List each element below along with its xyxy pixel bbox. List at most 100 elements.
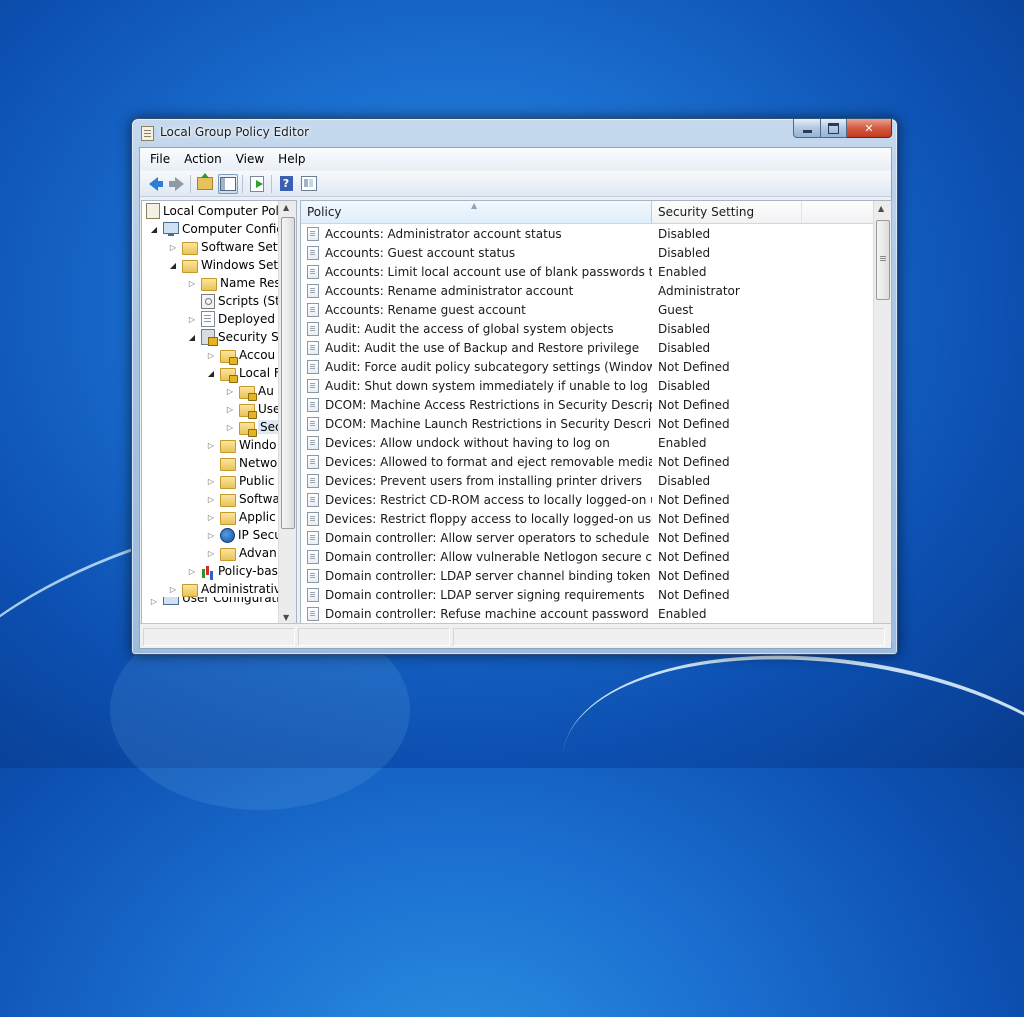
- tree-item-windows-settings[interactable]: ◢ Windows Sett: [169, 256, 283, 274]
- folder-icon: [220, 493, 236, 507]
- policy-row[interactable]: Audit: Shut down system immediately if u…: [301, 376, 875, 395]
- tree-item-name-resolution-policy[interactable]: ▷ Name Res: [188, 274, 281, 292]
- forward-icon: [168, 176, 184, 191]
- policy-row[interactable]: Audit: Audit the access of global system…: [301, 319, 875, 338]
- menu-view[interactable]: View: [229, 150, 271, 168]
- tree-item-software-restriction[interactable]: ▷ Softwa: [207, 490, 280, 508]
- tree-item-account-policies[interactable]: ▷ Accou: [207, 346, 276, 365]
- help-button[interactable]: ?: [276, 174, 296, 194]
- policy-row[interactable]: Accounts: Limit local account use of bla…: [301, 262, 875, 281]
- policy-row[interactable]: Devices: Restrict floppy access to local…: [301, 509, 875, 528]
- tree-item-ip-security[interactable]: ▷ IP Secu: [207, 526, 282, 544]
- tree-item-local-computer-policy[interactable]: Local Computer Polic: [146, 202, 289, 220]
- policy-row[interactable]: Domain controller: LDAP server signing r…: [301, 585, 875, 604]
- collapse-arrow-icon[interactable]: ◢: [169, 261, 177, 270]
- menu-action[interactable]: Action: [177, 150, 229, 168]
- up-one-level-button[interactable]: [195, 173, 215, 194]
- scroll-up-icon[interactable]: ▲: [878, 204, 884, 213]
- collapse-arrow-icon[interactable]: ◢: [188, 333, 196, 342]
- expand-arrow-icon[interactable]: ▷: [207, 441, 215, 450]
- tree-item-application-control[interactable]: ▷ Applic: [207, 508, 276, 526]
- tree-item-software-settings[interactable]: ▷ Software Setti: [169, 238, 285, 256]
- tree-item-policy-based-qos[interactable]: ▷ Policy-bas: [188, 562, 278, 580]
- collapse-arrow-icon[interactable]: ◢: [207, 369, 215, 378]
- expand-arrow-icon[interactable]: ▷: [207, 549, 215, 558]
- maximize-button[interactable]: [821, 119, 847, 138]
- tree-item-advanced-audit[interactable]: ▷ Advan: [207, 544, 277, 562]
- tree-item-local-policies[interactable]: ◢ Local F: [207, 364, 281, 383]
- policy-row[interactable]: Audit: Force audit policy subcategory se…: [301, 357, 875, 376]
- policy-row[interactable]: Devices: Allow undock without having to …: [301, 433, 875, 452]
- expand-arrow-icon[interactable]: ▷: [150, 597, 158, 605]
- policy-setting-icon: [307, 264, 319, 279]
- collapse-arrow-icon[interactable]: ◢: [150, 225, 158, 234]
- policy-row[interactable]: Domain controller: Allow server operator…: [301, 528, 875, 547]
- column-header-security-setting[interactable]: Security Setting: [652, 201, 802, 223]
- tree-item-public-key-policies[interactable]: ▷ Public: [207, 472, 275, 490]
- tree-item-label: Windows Sett: [201, 258, 283, 272]
- policy-cell: Devices: Restrict floppy access to local…: [301, 511, 652, 526]
- policy-row[interactable]: Devices: Restrict CD-ROM access to local…: [301, 490, 875, 509]
- tree-item-computer-configuration[interactable]: ◢ Computer Config: [150, 220, 284, 238]
- expand-arrow-icon[interactable]: ▷: [226, 387, 234, 396]
- policy-row[interactable]: DCOM: Machine Access Restrictions in Sec…: [301, 395, 875, 414]
- tree-item-windows-firewall[interactable]: ▷ Windo: [207, 436, 277, 454]
- console-tree[interactable]: Local Computer Polic ◢ Computer Config ▷…: [141, 200, 297, 642]
- properties-button[interactable]: [299, 174, 319, 194]
- policy-row[interactable]: Devices: Prevent users from installing p…: [301, 471, 875, 490]
- expand-arrow-icon[interactable]: ▷: [188, 567, 196, 576]
- policy-row[interactable]: Accounts: Guest account status Disabled: [301, 243, 875, 262]
- menu-file[interactable]: File: [143, 150, 177, 168]
- expand-arrow-icon[interactable]: ▷: [188, 315, 196, 324]
- export-list-button[interactable]: [247, 174, 267, 194]
- policy-row[interactable]: Audit: Audit the use of Backup and Resto…: [301, 338, 875, 357]
- expand-arrow-icon[interactable]: ▷: [169, 243, 177, 252]
- policy-row[interactable]: Devices: Allowed to format and eject rem…: [301, 452, 875, 471]
- scroll-up-icon[interactable]: ▲: [283, 203, 289, 212]
- back-button[interactable]: [143, 174, 163, 194]
- tree-item-audit-policy[interactable]: ▷ Au: [226, 382, 274, 401]
- policy-cell: Accounts: Rename administrator account: [301, 283, 652, 298]
- tree-item-administrative-templates[interactable]: ▷ Administrative: [169, 580, 288, 598]
- expand-arrow-icon[interactable]: ▷: [207, 495, 215, 504]
- tree-item-security-settings[interactable]: ◢ Security Se: [188, 328, 286, 346]
- expand-arrow-icon[interactable]: ▷: [207, 531, 215, 540]
- menu-bar: File Action View Help: [140, 148, 891, 170]
- forward-button[interactable]: [166, 174, 186, 194]
- details-list[interactable]: ▲ Policy Security Setting Accounts: Admi…: [300, 200, 892, 642]
- show-hide-console-tree-button[interactable]: [218, 173, 238, 194]
- policy-row[interactable]: Domain controller: Allow vulnerable Netl…: [301, 547, 875, 566]
- close-button[interactable]: ✕: [847, 119, 892, 138]
- list-vscroll-thumb[interactable]: [876, 220, 890, 300]
- tree-vertical-scrollbar[interactable]: ▲ ▼: [278, 201, 296, 624]
- column-header-policy[interactable]: ▲ Policy: [301, 201, 652, 223]
- expand-arrow-icon[interactable]: ▷: [169, 585, 177, 594]
- policy-cell: DCOM: Machine Launch Restrictions in Sec…: [301, 416, 652, 431]
- policy-row[interactable]: DCOM: Machine Launch Restrictions in Sec…: [301, 414, 875, 433]
- list-vertical-scrollbar[interactable]: ▲ ▼: [873, 201, 891, 641]
- tree-item-network-list-manager[interactable]: Netwo: [220, 454, 277, 472]
- policy-row[interactable]: Accounts: Rename administrator account Ad…: [301, 281, 875, 300]
- policy-row[interactable]: Accounts: Administrator account status Di…: [301, 224, 875, 243]
- minimize-button[interactable]: [793, 119, 821, 138]
- policy-row[interactable]: Domain controller: LDAP server channel b…: [301, 566, 875, 585]
- tree-vscroll-thumb[interactable]: [281, 217, 295, 529]
- policy-row[interactable]: Domain controller: Refuse machine accoun…: [301, 604, 875, 623]
- expand-arrow-icon[interactable]: ▷: [188, 279, 196, 288]
- expand-arrow-icon[interactable]: ▷: [207, 513, 215, 522]
- expand-arrow-icon[interactable]: ▷: [207, 351, 215, 360]
- tree-item-deployed-printers[interactable]: ▷ Deployed: [188, 310, 275, 328]
- tree-item-user-configuration[interactable]: ▷ User Configuratio: [150, 597, 287, 605]
- policy-row[interactable]: Accounts: Rename guest account Guest: [301, 300, 875, 319]
- tree-item-label: Accou: [239, 348, 276, 362]
- menu-help[interactable]: Help: [271, 150, 312, 168]
- tree-item-security-options[interactable]: ▷ Sec: [226, 418, 284, 437]
- expand-arrow-icon[interactable]: ▷: [207, 477, 215, 486]
- expand-arrow-icon[interactable]: ▷: [226, 405, 234, 414]
- policy-cell: Domain controller: LDAP server channel b…: [301, 568, 652, 583]
- tree-item-scripts[interactable]: Scripts (Sta: [201, 292, 287, 310]
- scroll-down-icon[interactable]: ▼: [283, 613, 289, 622]
- expand-arrow-icon[interactable]: ▷: [226, 423, 234, 432]
- tree-item-user-rights-assignment[interactable]: ▷ Use: [226, 400, 280, 419]
- title-bar[interactable]: Local Group Policy Editor ✕: [132, 119, 897, 145]
